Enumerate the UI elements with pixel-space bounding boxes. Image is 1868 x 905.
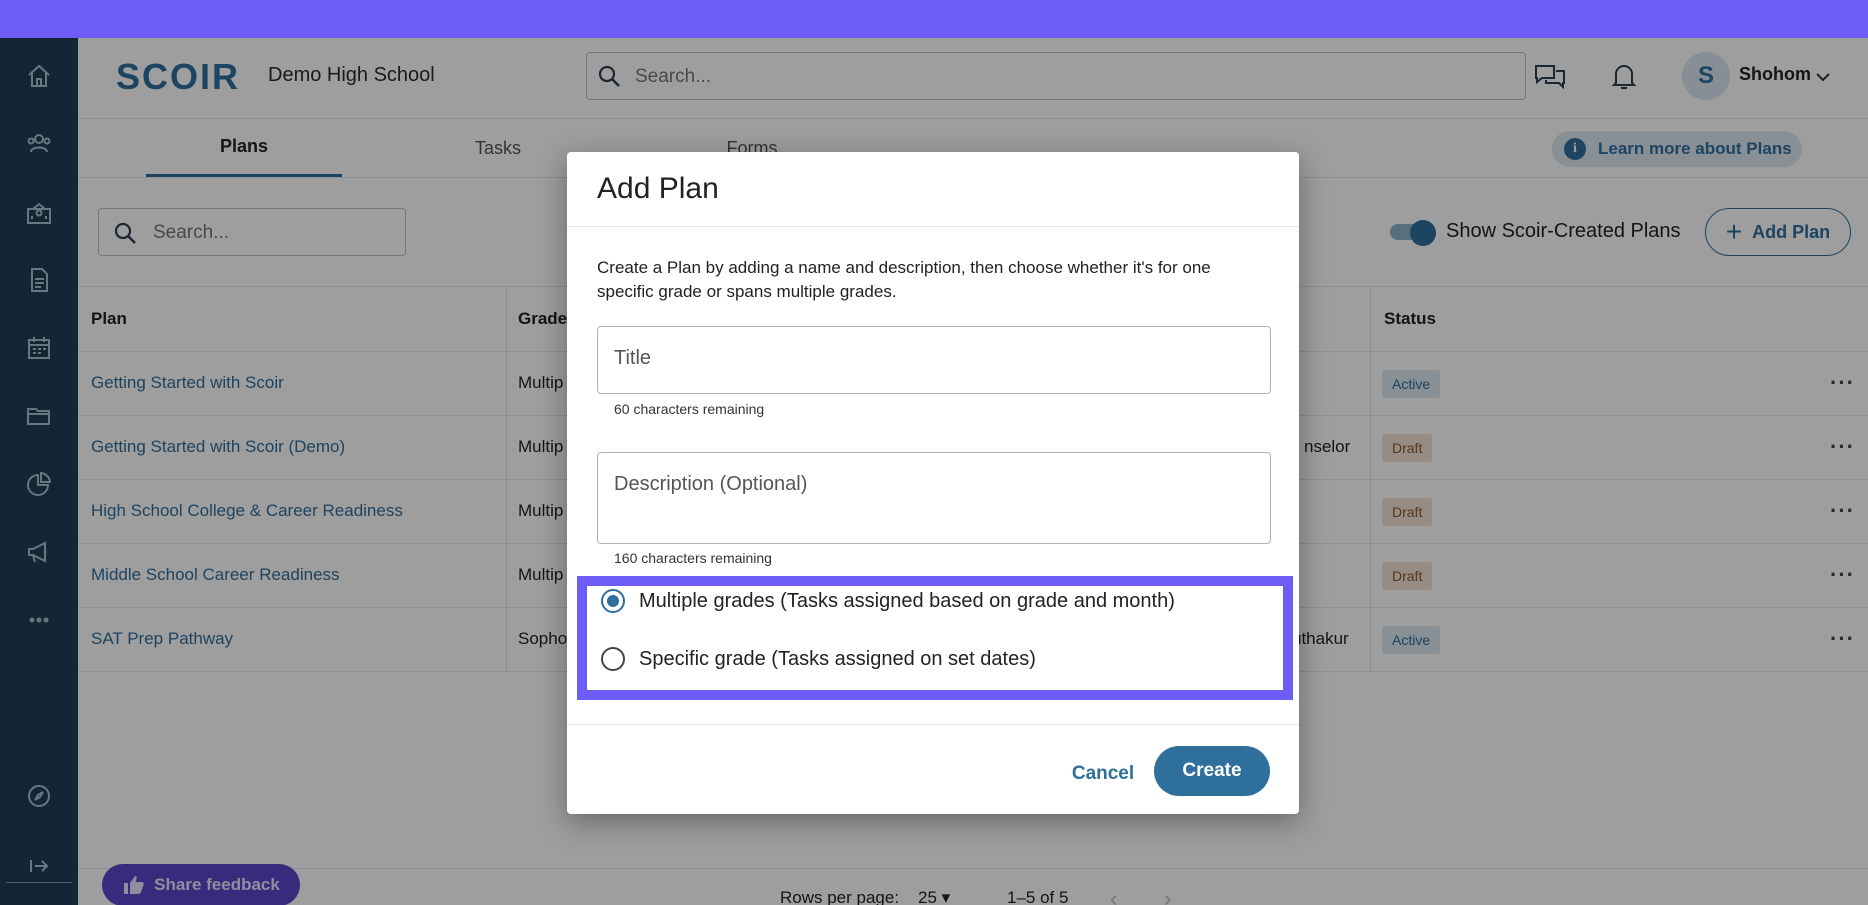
add-plan-dialog: Add Plan Create a Plan by adding a name … <box>567 152 1299 814</box>
radio-unchecked[interactable] <box>601 647 625 671</box>
radio-checked[interactable] <box>601 589 625 613</box>
title-input[interactable] <box>614 347 1254 370</box>
specific-grade-option[interactable]: Specific grade (Tasks assigned on set da… <box>601 644 1036 674</box>
option-label: Multiple grades (Tasks assigned based on… <box>639 589 1175 612</box>
title-field[interactable] <box>597 326 1271 394</box>
dialog-title: Add Plan <box>597 172 719 205</box>
dialog-description: Create a Plan by adding a name and descr… <box>597 258 1211 301</box>
option-label: Specific grade (Tasks assigned on set da… <box>639 647 1036 670</box>
description-field[interactable] <box>597 452 1271 544</box>
divider <box>567 226 1299 227</box>
multiple-grades-option[interactable]: Multiple grades (Tasks assigned based on… <box>601 586 1175 616</box>
title-helper-text: 60 characters remaining <box>614 401 765 417</box>
cancel-button[interactable]: Cancel <box>1043 749 1163 799</box>
create-button[interactable]: Create <box>1154 746 1270 796</box>
grade-type-radio-group: Multiple grades (Tasks assigned based on… <box>577 576 1293 700</box>
description-input[interactable] <box>614 473 1254 496</box>
top-band <box>0 0 1868 40</box>
divider <box>567 724 1299 725</box>
description-helper-text: 160 characters remaining <box>614 550 772 566</box>
